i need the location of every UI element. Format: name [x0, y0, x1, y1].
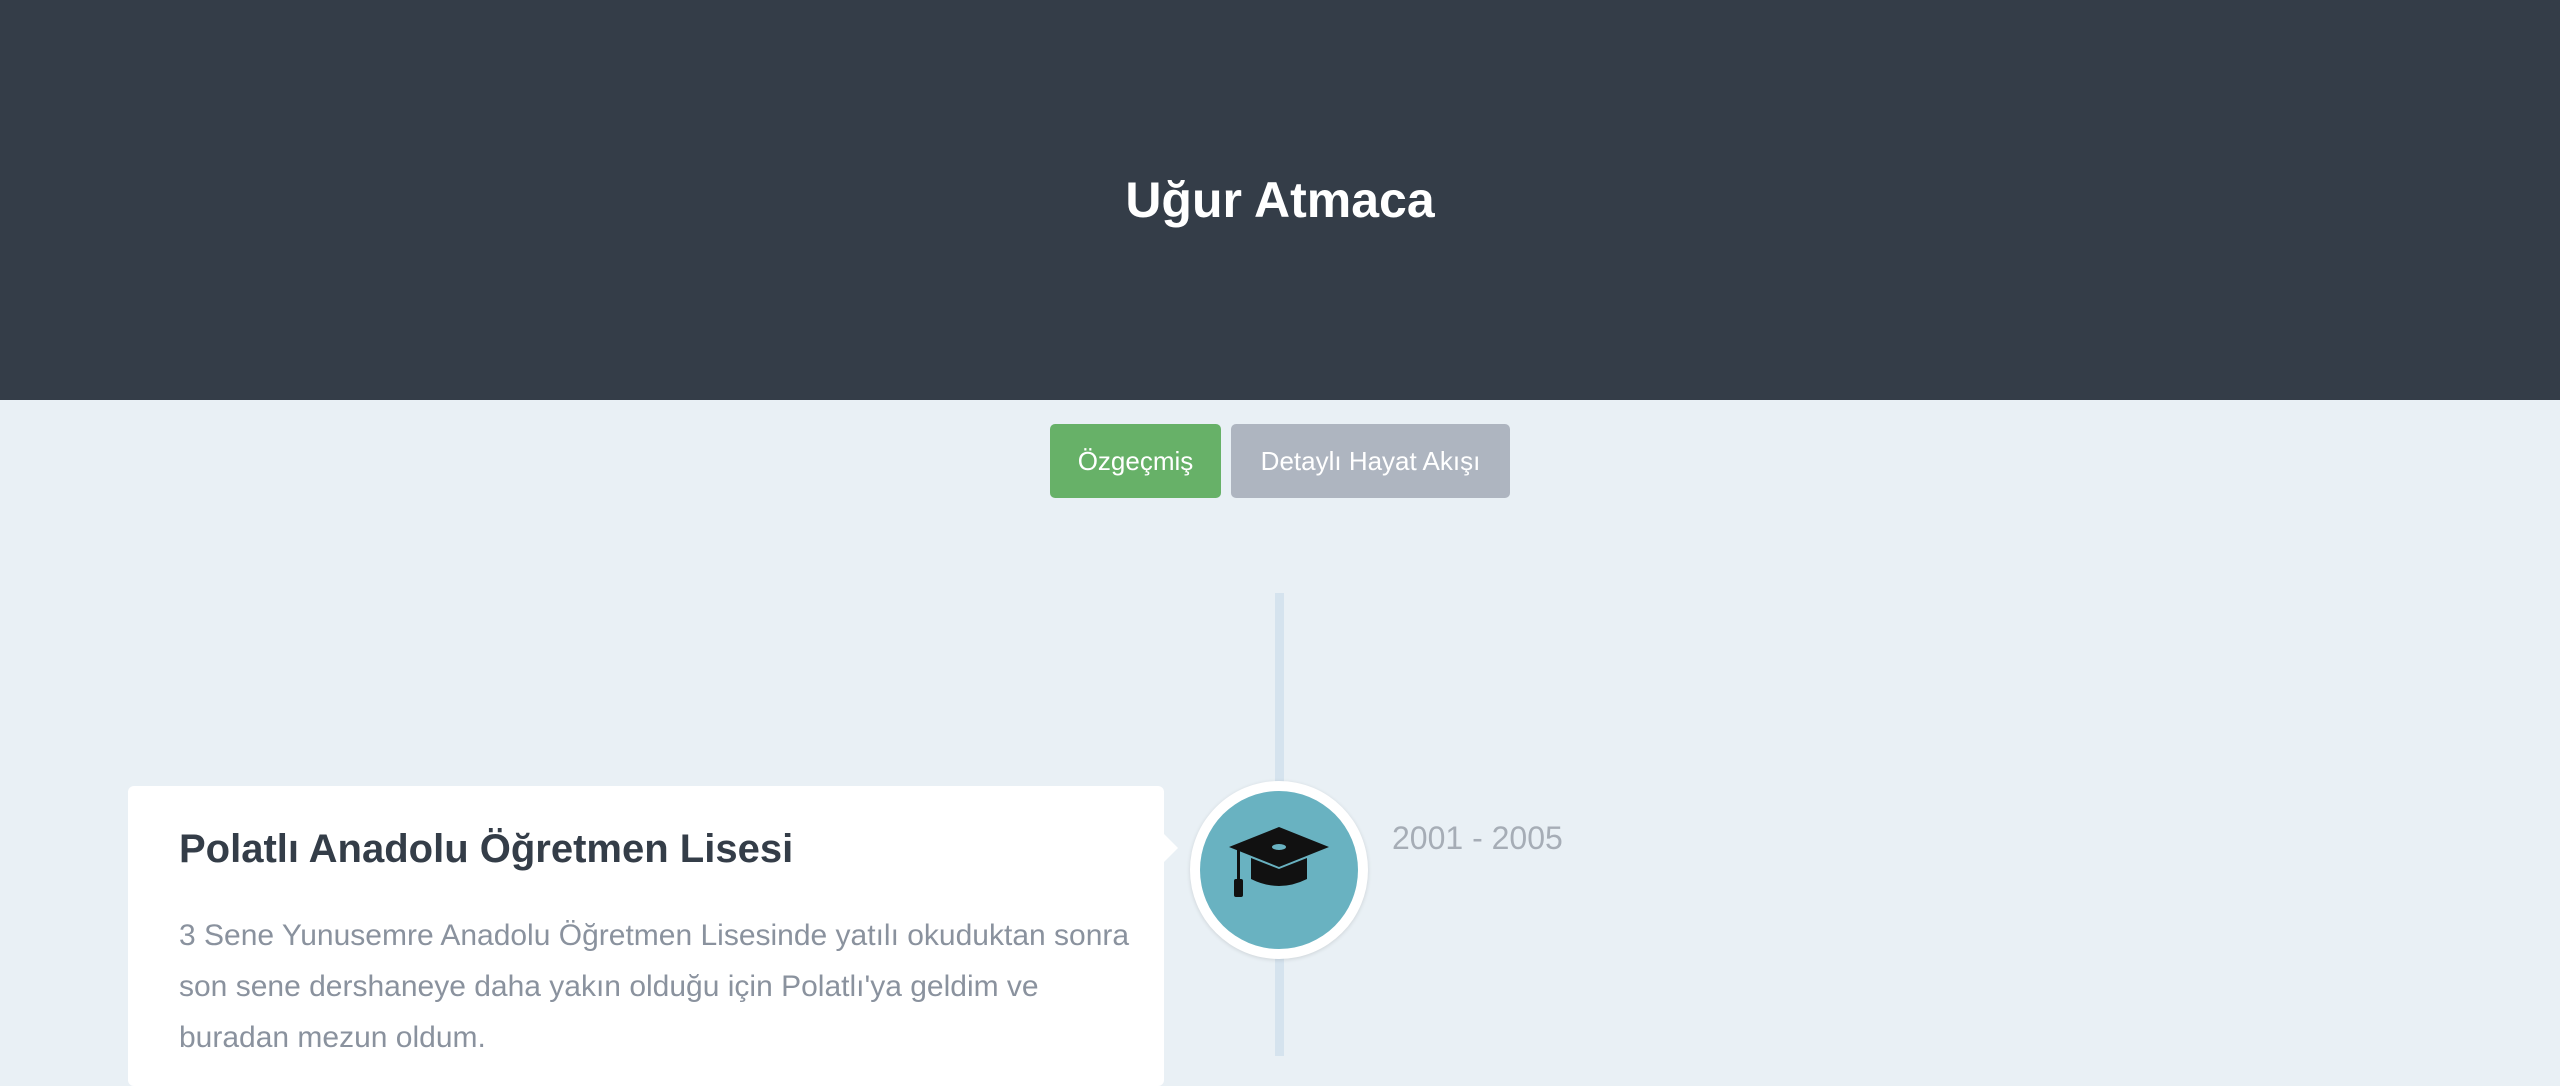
page-title: Uğur Atmaca [1125, 172, 1435, 228]
timeline-date: 2001 - 2005 [1392, 820, 1563, 856]
resume-button[interactable]: Özgeçmiş [1050, 424, 1221, 498]
detailed-timeline-button[interactable]: Detaylı Hayat Akışı [1231, 424, 1510, 498]
timeline-card-title: Polatlı Anadolu Öğretmen Lisesi [179, 827, 794, 871]
page-header: Uğur Atmaca [0, 0, 2560, 400]
graduation-cap-icon [1200, 791, 1358, 949]
timeline-icon-badge [1190, 781, 1368, 959]
timeline-card: Polatlı Anadolu Öğretmen Lisesi 3 Sene Y… [128, 786, 1164, 1086]
timeline-card-description: 3 Sene Yunusemre Anadolu Öğretmen Lisesi… [179, 919, 1130, 1054]
timeline-card-pointer [1164, 834, 1178, 862]
